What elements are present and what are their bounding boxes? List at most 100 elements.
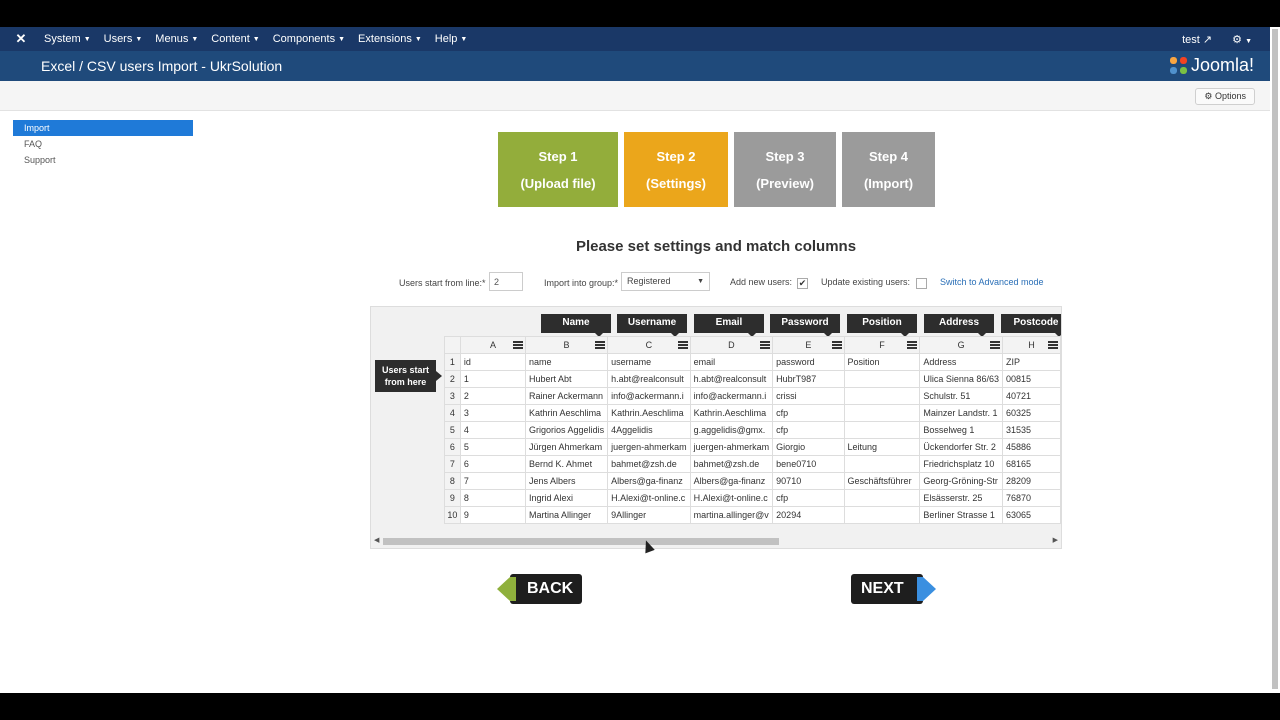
map-name-button[interactable]: Name <box>541 314 611 337</box>
table-cell[interactable]: bahmet@zsh.de <box>689 455 774 473</box>
table-cell[interactable]: 76870 <box>1001 489 1061 507</box>
table-cell[interactable]: 9Allinger <box>607 506 691 524</box>
back-button[interactable]: BACK <box>497 574 582 604</box>
map-username-button[interactable]: Username <box>617 314 687 337</box>
map-position-button[interactable]: Position <box>847 314 917 337</box>
table-cell[interactable]: cfp <box>772 404 845 422</box>
table-cell[interactable]: Kathrin.Aeschlima <box>607 404 691 422</box>
menu-components[interactable]: Components ▼ <box>273 33 345 45</box>
table-cell[interactable]: 9 <box>459 506 527 524</box>
horizontal-scrollbar[interactable]: ◀ ▶ <box>371 535 1061 548</box>
map-address-button[interactable]: Address <box>924 314 994 337</box>
sidebar-item-import[interactable]: Import <box>13 120 193 136</box>
table-cell[interactable]: username <box>607 353 691 371</box>
table-cell[interactable]: password <box>772 353 845 371</box>
scroll-right-icon[interactable]: ▶ <box>1053 536 1058 544</box>
table-cell[interactable]: Bernd K. Ahmet <box>525 455 609 473</box>
table-cell[interactable]: bahmet@zsh.de <box>607 455 691 473</box>
step-3-preview[interactable]: Step 3 (Preview) <box>734 132 836 207</box>
table-cell[interactable]: 68165 <box>1001 455 1061 473</box>
column-header[interactable]: G <box>919 336 1003 354</box>
joomla-logo-icon[interactable]: ✕ <box>14 32 28 46</box>
gear-icon[interactable]: ⚙ ▼ <box>1232 33 1252 46</box>
menu-users[interactable]: Users ▼ <box>104 33 143 45</box>
user-link[interactable]: test ↗ <box>1182 33 1212 46</box>
table-cell[interactable]: Ingrid Alexi <box>525 489 609 507</box>
step-4-import[interactable]: Step 4 (Import) <box>842 132 935 207</box>
table-cell[interactable] <box>843 387 921 405</box>
table-cell[interactable]: Georg-Gröning-Str <box>919 472 1003 490</box>
options-button[interactable]: ⚙ Options <box>1195 88 1255 105</box>
update-users-checkbox[interactable] <box>916 278 927 289</box>
table-cell[interactable]: Giorgio <box>772 438 845 456</box>
table-cell[interactable]: 40721 <box>1001 387 1061 405</box>
table-cell[interactable]: Berliner Strasse 1 <box>919 506 1003 524</box>
table-cell[interactable]: info@ackermann.i <box>689 387 774 405</box>
table-cell[interactable]: 28209 <box>1001 472 1061 490</box>
group-select[interactable]: Registered ▼ <box>621 272 710 291</box>
table-cell[interactable]: 45886 <box>1001 438 1061 456</box>
table-cell[interactable] <box>843 506 921 524</box>
table-cell[interactable]: 5 <box>459 438 527 456</box>
table-cell[interactable]: h.abt@realconsult <box>689 370 774 388</box>
table-cell[interactable]: juergen-ahmerkam <box>607 438 691 456</box>
column-header[interactable]: E <box>772 336 845 354</box>
table-cell[interactable]: 4 <box>459 421 527 439</box>
column-menu-icon[interactable] <box>989 341 1000 349</box>
table-cell[interactable]: 63065 <box>1001 506 1061 524</box>
table-cell[interactable]: email <box>689 353 774 371</box>
scrollbar-thumb[interactable] <box>1272 29 1278 689</box>
table-cell[interactable]: Elsässerstr. 25 <box>919 489 1003 507</box>
table-cell[interactable]: 1 <box>459 370 527 388</box>
menu-system[interactable]: System ▼ <box>44 33 91 45</box>
start-line-input[interactable] <box>489 272 523 291</box>
step-2-settings[interactable]: Step 2 (Settings) <box>624 132 728 207</box>
table-cell[interactable]: ZIP <box>1001 353 1061 371</box>
table-cell[interactable]: name <box>525 353 609 371</box>
table-cell[interactable]: g.aggelidis@gmx. <box>689 421 774 439</box>
table-cell[interactable]: info@ackermann.i <box>607 387 691 405</box>
table-cell[interactable]: Address <box>919 353 1003 371</box>
table-cell[interactable]: Grigorios Aggelidis <box>525 421 609 439</box>
table-cell[interactable]: 00815 <box>1001 370 1061 388</box>
table-cell[interactable]: Bosselweg 1 <box>919 421 1003 439</box>
column-header[interactable]: B <box>525 336 609 354</box>
table-cell[interactable]: bene0710 <box>772 455 845 473</box>
table-cell[interactable] <box>843 455 921 473</box>
step-1-upload[interactable]: Step 1 (Upload file) <box>498 132 618 207</box>
column-menu-icon[interactable] <box>595 341 606 349</box>
column-header[interactable]: A <box>459 336 527 354</box>
table-cell[interactable]: 2 <box>459 387 527 405</box>
menu-content[interactable]: Content ▼ <box>211 33 259 45</box>
table-cell[interactable]: 4Aggelidis <box>607 421 691 439</box>
table-cell[interactable]: id <box>459 353 527 371</box>
table-cell[interactable]: 90710 <box>772 472 845 490</box>
table-cell[interactable]: H.Alexi@t-online.c <box>689 489 774 507</box>
table-cell[interactable]: 8 <box>459 489 527 507</box>
table-cell[interactable]: Albers@ga-finanz <box>689 472 774 490</box>
column-menu-icon[interactable] <box>1048 341 1058 349</box>
scrollbar-thumb[interactable] <box>383 538 779 545</box>
table-cell[interactable]: Friedrichsplatz 10 <box>919 455 1003 473</box>
table-cell[interactable]: 6 <box>459 455 527 473</box>
table-cell[interactable]: Rainer Ackermann <box>525 387 609 405</box>
table-cell[interactable]: Jürgen Ahmerkam <box>525 438 609 456</box>
map-postcode-button[interactable]: Postcode <box>1001 314 1061 337</box>
table-cell[interactable]: HubrT987 <box>772 370 845 388</box>
table-cell[interactable]: 60325 <box>1001 404 1061 422</box>
table-cell[interactable]: crissi <box>772 387 845 405</box>
table-cell[interactable]: Mainzer Landstr. 1 <box>919 404 1003 422</box>
table-cell[interactable] <box>843 370 921 388</box>
column-menu-icon[interactable] <box>831 341 842 349</box>
table-cell[interactable]: Schulstr. 51 <box>919 387 1003 405</box>
table-cell[interactable]: Position <box>843 353 921 371</box>
table-cell[interactable]: Ückendorfer Str. 2 <box>919 438 1003 456</box>
vertical-scrollbar[interactable] <box>1270 27 1280 693</box>
column-menu-icon[interactable] <box>760 341 771 349</box>
column-menu-icon[interactable] <box>677 341 688 349</box>
table-cell[interactable] <box>843 489 921 507</box>
table-cell[interactable]: Kathrin.Aeschlima <box>689 404 774 422</box>
table-cell[interactable]: Albers@ga-finanz <box>607 472 691 490</box>
menu-extensions[interactable]: Extensions ▼ <box>358 33 422 45</box>
map-email-button[interactable]: Email <box>694 314 764 337</box>
